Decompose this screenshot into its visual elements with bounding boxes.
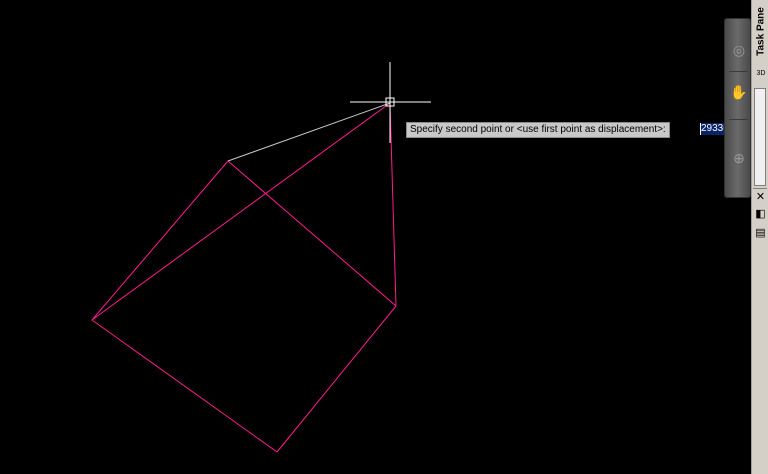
square-edge-top-left — [91, 160, 229, 321]
navbar-separator — [729, 71, 748, 72]
task-pane-title: Task Pane — [755, 7, 767, 56]
3d-badge-icon: 3D — [756, 70, 766, 77]
diagonal-line — [91, 102, 391, 321]
navbar-separator — [729, 119, 748, 120]
pin-icon[interactable]: ◧ — [754, 208, 767, 221]
zoom-icon[interactable]: ⊕ — [730, 149, 748, 167]
task-pane-title-area[interactable]: Task Pane — [754, 4, 767, 64]
task-pane-divider — [753, 188, 767, 189]
square-edge-top-right — [227, 160, 397, 307]
close-icon[interactable]: ✕ — [754, 191, 767, 204]
drawing-viewport[interactable]: Specify second point or <use first point… — [0, 0, 768, 474]
pan-icon[interactable]: ✋ — [730, 83, 748, 101]
navigation-bar: ◎ ✋ ⊕ — [724, 18, 751, 198]
drawing-canvas[interactable] — [0, 0, 768, 474]
vertical-line — [389, 102, 397, 307]
square-edge-bottom-left — [91, 319, 278, 453]
task-pane: Task Pane 3D ✕ ◧ ▤ — [751, 0, 768, 474]
dynamic-input-prompt: Specify second point or <use first point… — [406, 122, 670, 138]
steeringwheel-icon[interactable]: ◎ — [730, 41, 748, 59]
rubberband-line — [227, 102, 391, 162]
properties-icon[interactable]: ▤ — [754, 227, 767, 240]
task-pane-scrollbar[interactable] — [754, 88, 766, 186]
square-edge-bottom-right — [276, 305, 397, 453]
